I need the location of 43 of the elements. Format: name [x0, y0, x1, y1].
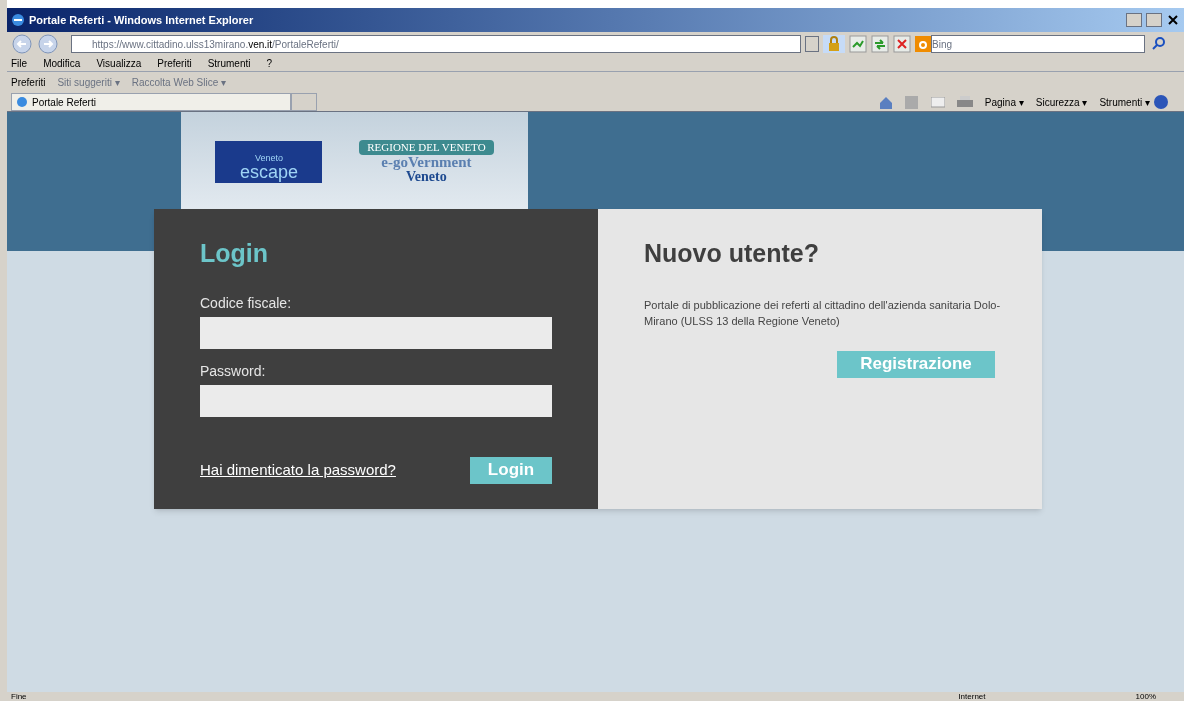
browser-tab[interactable]: Portale Referti [11, 93, 291, 111]
address-field[interactable]: https://www.cittadino.ulss13mirano.ven.it/PortaleReferti/ [71, 35, 801, 53]
status-text: Fine [11, 692, 27, 701]
home-icon[interactable] [878, 95, 893, 109]
escape-logo: Veneto escape [215, 141, 323, 183]
field-label: Password: [200, 361, 267, 381]
input-field[interactable] [200, 316, 552, 349]
command-menu[interactable]: Sicurezza ▾ [1035, 94, 1088, 110]
compatibility-icon[interactable] [849, 35, 867, 53]
forgot-password-link[interactable]: Hai dimenticato la password? [200, 458, 396, 482]
logo-text: e-goVernment [381, 155, 472, 170]
command-menu[interactable]: Strumenti ▾ [1099, 94, 1150, 110]
menu-item[interactable]: File [11, 56, 28, 71]
search-field[interactable]: Bing [931, 35, 1145, 53]
stop-icon[interactable] [893, 35, 911, 53]
refresh-icon[interactable] [871, 35, 889, 53]
menu-item[interactable]: Visualizza [96, 56, 142, 71]
login-title: Login [200, 238, 270, 269]
new-tab-button[interactable] [291, 93, 317, 111]
security-zone: Internet [958, 692, 986, 701]
back-icon[interactable] [11, 34, 33, 54]
zoom-level[interactable]: 100% [1135, 692, 1156, 701]
search-engine-icon [915, 36, 931, 52]
logo-text: Veneto [406, 170, 447, 184]
region-banner: REGIONE DEL VENETO [359, 140, 494, 155]
window-title: Portale Referti - Windows Internet Explorer [29, 12, 254, 28]
menu-item[interactable]: Modifica [43, 56, 81, 71]
forward-icon[interactable] [37, 34, 59, 54]
mail-icon[interactable] [930, 96, 945, 108]
menu-item[interactable]: Strumenti [207, 56, 251, 71]
minimize-button[interactable] [1126, 13, 1142, 27]
input-field[interactable] [200, 384, 552, 417]
favorites-item[interactable]: Preferiti [11, 74, 46, 90]
command-menu[interactable]: Pagina ▾ [984, 94, 1024, 110]
lock-icon[interactable] [823, 35, 845, 53]
menu-item[interactable]: ? [266, 56, 273, 71]
dropdown-button[interactable] [805, 36, 819, 52]
field-label: Codice fiscale: [200, 293, 293, 313]
register-title: Nuovo utente? [644, 238, 820, 269]
printer-icon[interactable] [956, 95, 973, 109]
register-description: Portale di pubblicazione dei referti al cittadino dell'azienda sanitaria Dolo-Mirano (ULSS 13 della Regione Veneto) [644, 297, 1002, 329]
close-icon[interactable] [1166, 13, 1180, 27]
menu-item[interactable]: Preferiti [157, 56, 192, 71]
